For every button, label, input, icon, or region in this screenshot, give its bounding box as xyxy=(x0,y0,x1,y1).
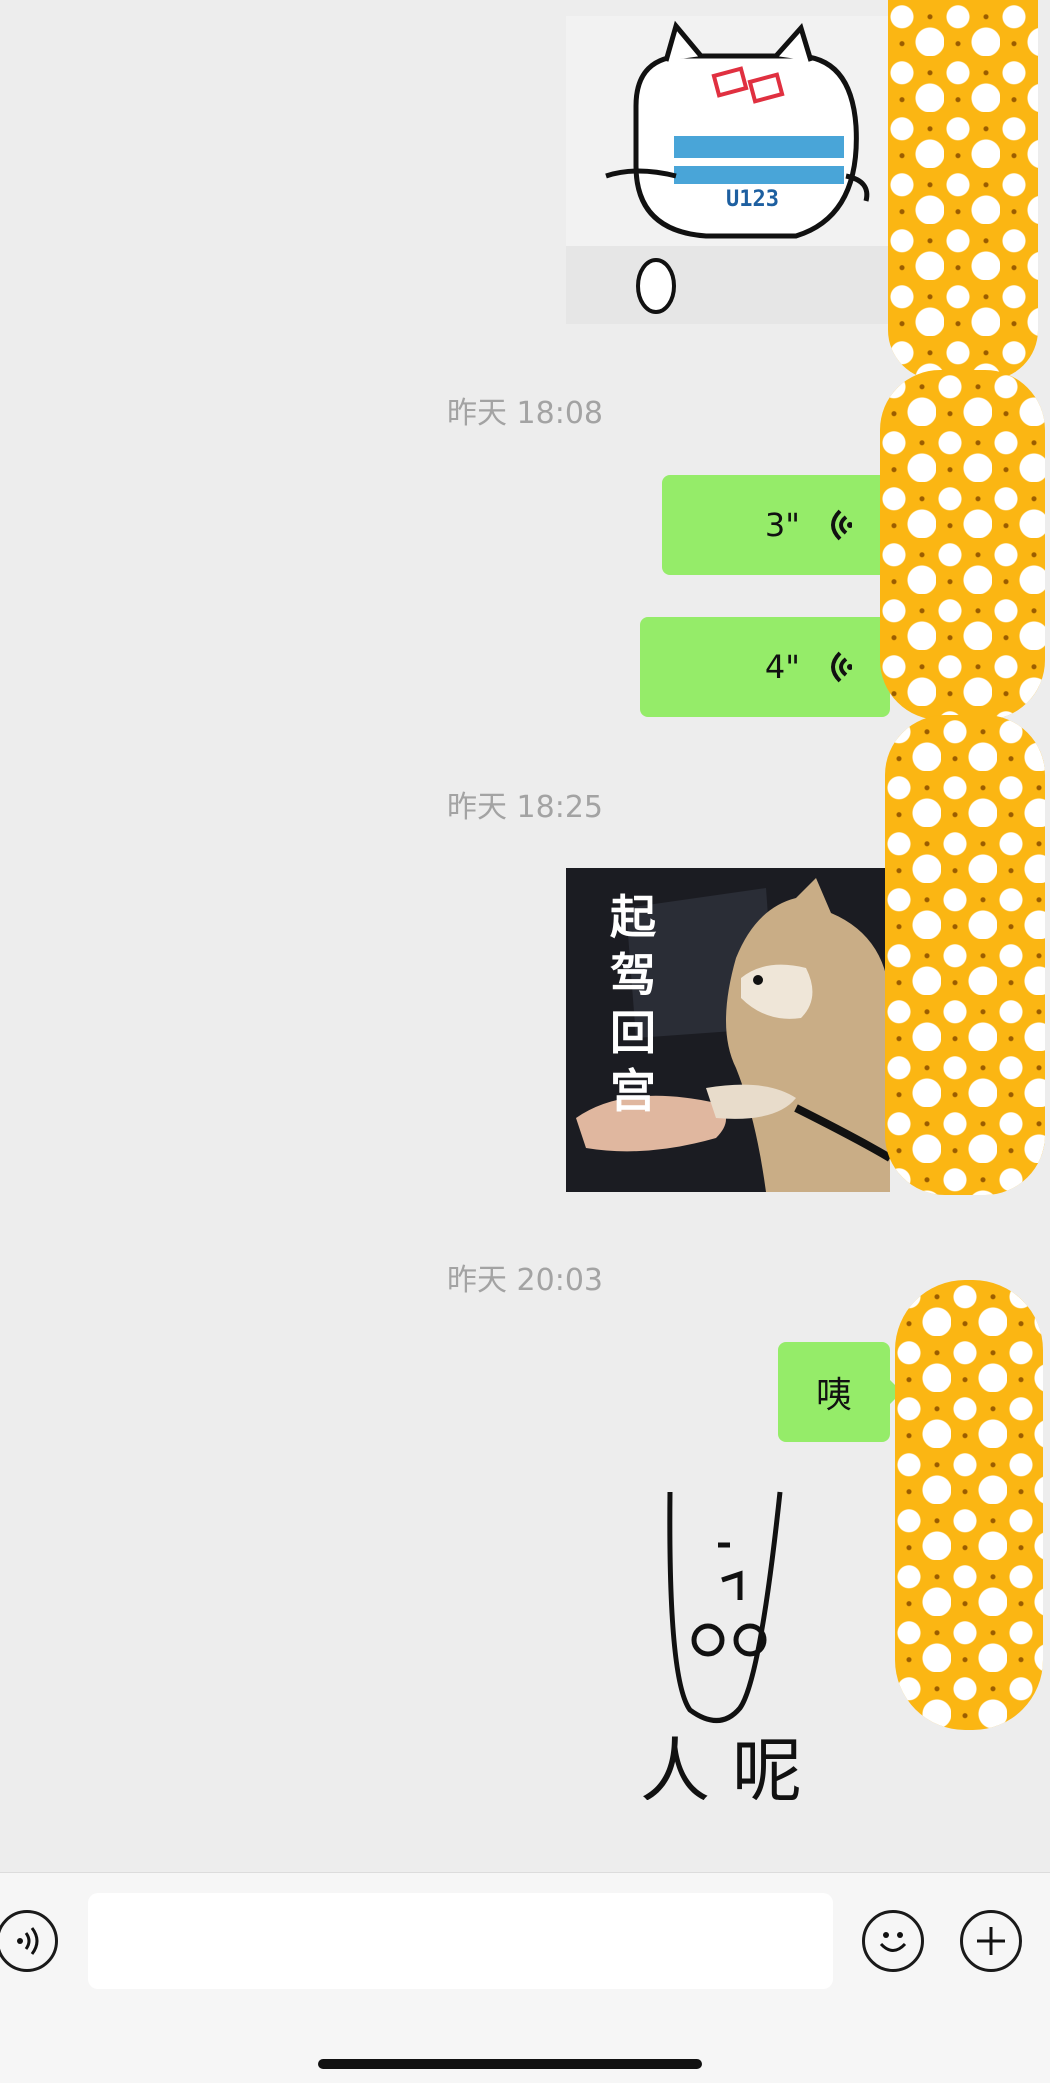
dog-caption-char-1: 起 xyxy=(610,890,656,944)
text-message[interactable]: 咦 xyxy=(778,1342,902,1442)
voice-input-button[interactable] xyxy=(0,1910,58,1972)
voice-duration-1: 3" xyxy=(764,506,800,544)
voice-icon xyxy=(17,1927,39,1955)
redacted-avatar-4 xyxy=(895,1280,1043,1730)
redacted-avatar-2 xyxy=(880,370,1045,720)
home-indicator[interactable] xyxy=(318,2059,702,2069)
face-caption: 人 呢 xyxy=(640,1730,803,1800)
dog-caption: 起 驾 回 宫 xyxy=(608,888,658,1120)
message-input[interactable] xyxy=(88,1893,833,1989)
face-sticker[interactable]: 人 呢 xyxy=(630,1480,890,1800)
voice-duration-2: 4" xyxy=(764,648,800,686)
redacted-avatar-3 xyxy=(885,715,1045,1195)
voice-wave-icon xyxy=(831,509,852,541)
dog-caption-char-2: 驾 xyxy=(610,948,656,1002)
emoji-button[interactable] xyxy=(862,1910,924,1972)
cat-sticker[interactable]: U123 xyxy=(566,16,890,324)
text-message-content: 咦 xyxy=(815,1375,852,1416)
dog-caption-char-4: 宫 xyxy=(610,1064,656,1118)
voice-wave-icon xyxy=(831,651,852,683)
dog-sticker[interactable]: 起 驾 回 宫 xyxy=(566,868,890,1192)
dog-caption-char-3: 回 xyxy=(610,1006,656,1060)
cat-label: U123 xyxy=(726,187,779,212)
redacted-avatar-1 xyxy=(888,0,1038,380)
timestamp-3: 昨天 20:03 xyxy=(447,1263,603,1298)
cat-sticker-art: U123 xyxy=(566,20,890,324)
emoji-icon xyxy=(879,1932,907,1952)
input-bar xyxy=(0,1872,1050,2083)
voice-message-2[interactable]: 4" xyxy=(640,617,902,717)
plus-button[interactable] xyxy=(960,1910,1022,1972)
voice-message-1[interactable]: 3" xyxy=(662,475,902,575)
plus-icon xyxy=(977,1927,1005,1955)
